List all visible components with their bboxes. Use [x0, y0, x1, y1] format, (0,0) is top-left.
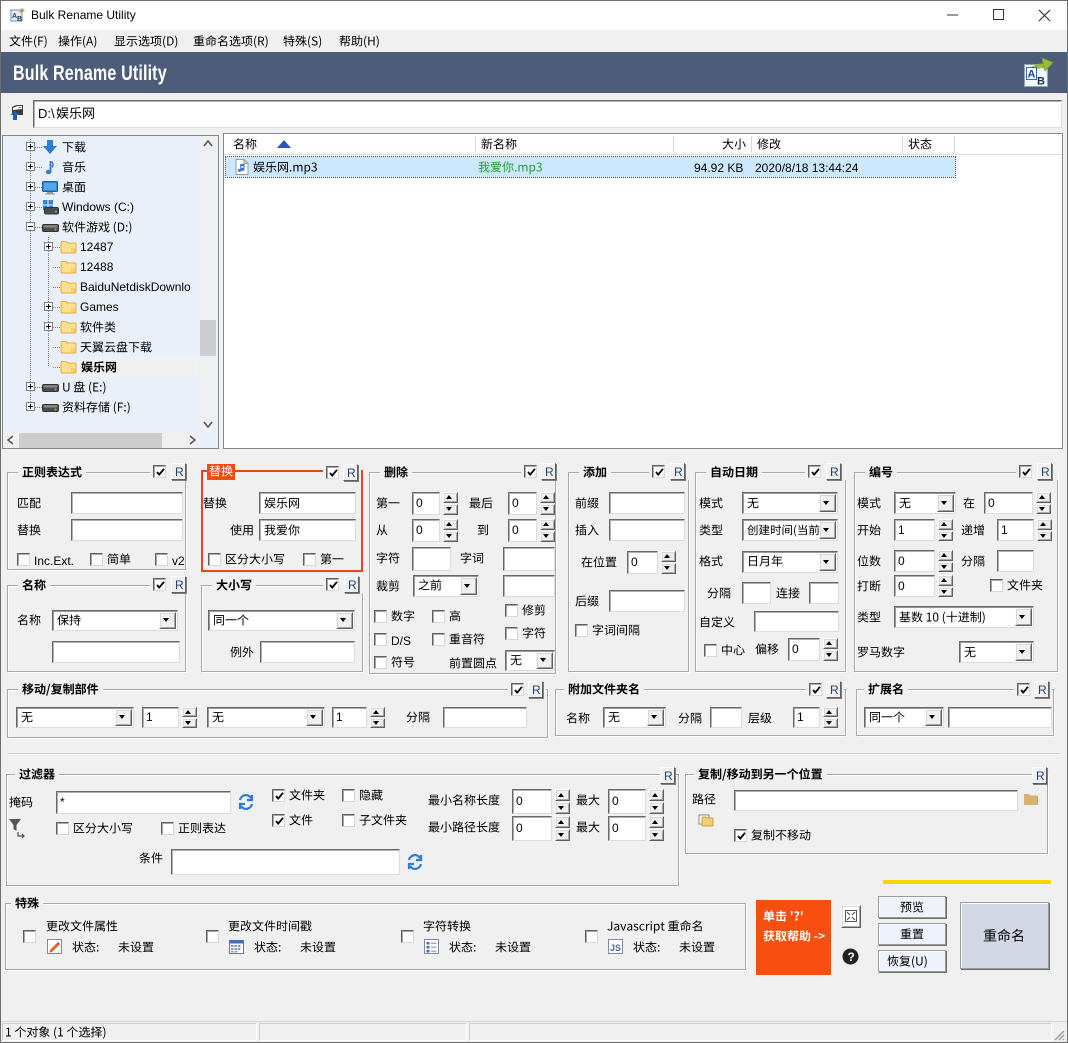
svg-text:A: A	[1028, 69, 1036, 81]
svg-text:?: ?	[848, 950, 855, 964]
svg-text:B: B	[17, 16, 22, 23]
svg-text:JS: JS	[610, 943, 621, 953]
svg-text:B: B	[1037, 76, 1045, 88]
